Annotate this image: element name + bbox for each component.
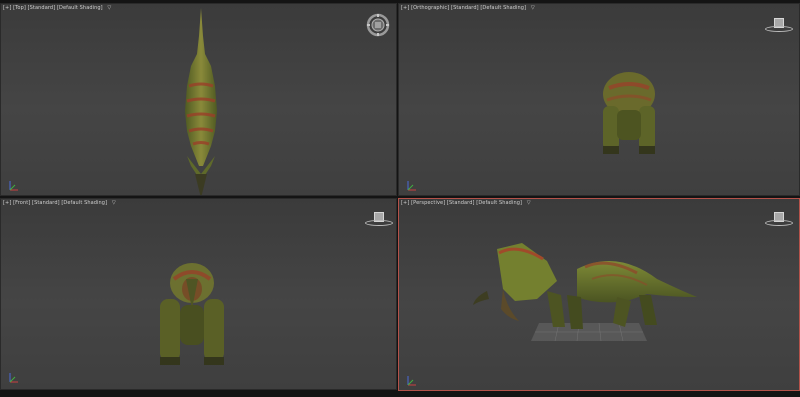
- axis-tripod-icon: [9, 373, 18, 383]
- view-cube-ring[interactable]: [765, 220, 793, 226]
- viewport-front-label-text[interactable]: [+] [Front] [Standard] [Default Shading]: [3, 200, 107, 206]
- filter-icon[interactable]: ▽: [527, 200, 531, 206]
- model-orthographic-view[interactable]: [599, 66, 659, 156]
- model-perspective-view[interactable]: [467, 239, 699, 339]
- view-cube-icon[interactable]: [765, 18, 793, 32]
- model-front-view[interactable]: [156, 259, 228, 369]
- view-cube-icon[interactable]: [765, 212, 793, 226]
- filter-icon[interactable]: ▽: [107, 5, 111, 11]
- filter-icon[interactable]: ▽: [112, 200, 116, 206]
- viewport-front[interactable]: [+] [Front] [Standard] [Default Shading]…: [0, 198, 397, 390]
- viewport-top-label[interactable]: [+] [Top] [Standard] [Default Shading] ▽: [3, 5, 111, 12]
- viewport-perspective-label[interactable]: [+] [Perspective] [Standard] [Default Sh…: [401, 200, 531, 207]
- model-top-view[interactable]: [171, 6, 231, 196]
- axis-tripod-icon: [407, 376, 416, 386]
- viewport-orthographic-label-text[interactable]: [+] [Orthographic] [Standard] [Default S…: [401, 5, 526, 11]
- filter-icon[interactable]: ▽: [531, 5, 535, 11]
- viewport-perspective[interactable]: [+] [Perspective] [Standard] [Default Sh…: [398, 198, 800, 391]
- viewport-perspective-label-text[interactable]: [+] [Perspective] [Standard] [Default Sh…: [401, 200, 522, 206]
- steering-wheel-icon[interactable]: [366, 13, 390, 37]
- view-cube-ring[interactable]: [765, 26, 793, 32]
- viewport-orthographic-label[interactable]: [+] [Orthographic] [Standard] [Default S…: [401, 5, 535, 12]
- viewport-top[interactable]: [+] [Top] [Standard] [Default Shading] ▽: [0, 3, 397, 196]
- axis-tripod-icon: [407, 181, 416, 191]
- view-cube-icon[interactable]: [365, 212, 393, 226]
- viewport-front-label[interactable]: [+] [Front] [Standard] [Default Shading]…: [3, 200, 116, 207]
- axis-tripod-icon: [9, 181, 18, 191]
- viewport-orthographic[interactable]: [+] [Orthographic] [Standard] [Default S…: [398, 3, 800, 196]
- viewport-layout: [+] [Top] [Standard] [Default Shading] ▽: [0, 0, 800, 397]
- view-cube-ring[interactable]: [365, 220, 393, 226]
- viewport-top-label-text[interactable]: [+] [Top] [Standard] [Default Shading]: [3, 5, 103, 11]
